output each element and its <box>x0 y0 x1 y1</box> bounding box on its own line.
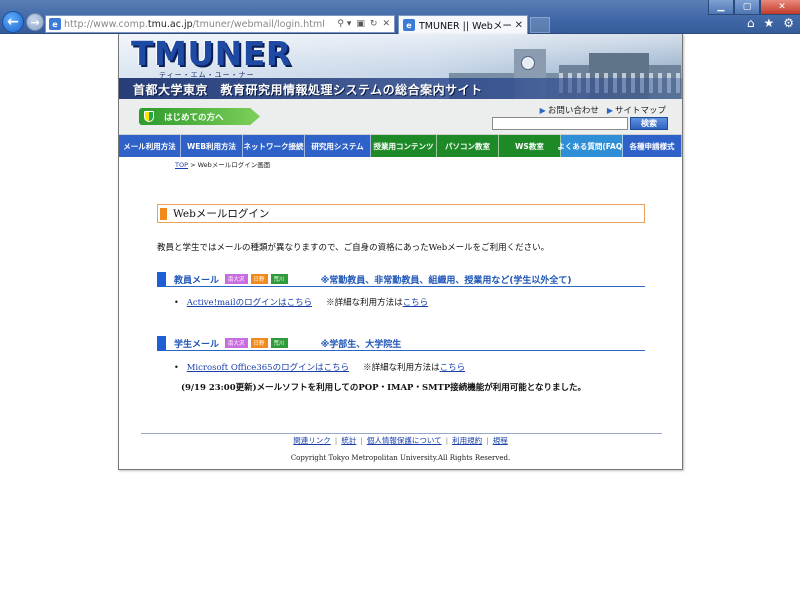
footer-statistics-link[interactable]: 統計 <box>341 436 356 445</box>
footer-links: 関連リンク | 統計 | 個人情報保護について | 利用規約 | 規程 <box>293 436 508 445</box>
site-favicon-icon: e <box>49 18 61 30</box>
utility-bar: はじめての方へ ▶ お問い合わせ ▶ サイトマップ 検索 <box>119 99 682 135</box>
url-path: /tmuner/webmail/login.html <box>192 18 325 30</box>
section-note: ※学部生、大学院生 <box>320 339 402 350</box>
url-domain: tmu.ac.jp <box>147 18 193 30</box>
page-title: Webメールログイン <box>173 208 270 220</box>
address-bar-icons: ⚲ ▾ ▣ ↻ ✕ <box>337 19 394 29</box>
breadcrumb-current: > Webメールログイン画面 <box>188 161 271 169</box>
clock-icon <box>521 56 535 70</box>
nav-network[interactable]: ネットワーク接続 <box>243 135 305 157</box>
main-navigation: メール利用方法 WEB利用方法 ネットワーク接続 研究用システム 授業用コンテン… <box>119 135 682 157</box>
tab-close-icon[interactable]: ✕ <box>512 20 523 31</box>
window-controls: ▁ ▢ ✕ <box>708 0 800 15</box>
url-prefix: http://www.comp. <box>64 18 148 30</box>
arrow-right-icon: → <box>30 15 40 29</box>
update-notice: (9/19 23:00更新)メールソフトを利用してのPOP・IMAP・SMTP接… <box>181 383 586 393</box>
section-name: 学生メール <box>174 339 220 350</box>
search-button[interactable]: 検索 <box>630 117 668 130</box>
refresh-icon[interactable]: ↻ <box>370 19 378 29</box>
search-input[interactable] <box>492 117 628 130</box>
site-subtitle: 首都大学東京 教育研究用情報処理システムの総合案内サイト <box>133 83 483 97</box>
faculty-mail-heading: 教員メール 南大沢 日野 荒川 ※常勤教員、非常勤教員、組織用、授業用など(学生… <box>157 271 645 287</box>
nav-mail-usage[interactable]: メール利用方法 <box>119 135 181 157</box>
home-icon[interactable]: ⌂ <box>747 16 755 30</box>
web-page: TMUNER ティー・エム・ユー・ナー 首都大学東京 教育研究用情報処理システム… <box>118 34 683 470</box>
address-url[interactable]: http://www.comp.tmu.ac.jp/tmuner/webmail… <box>64 19 337 30</box>
detail-text: ※詳細な利用方法は <box>363 363 440 373</box>
favorites-star-icon[interactable]: ★ <box>763 16 774 30</box>
nav-class-content[interactable]: 授業用コンテンツ <box>371 135 437 157</box>
site-logo[interactable]: TMUNER <box>131 37 292 71</box>
close-window-button[interactable]: ✕ <box>760 0 800 15</box>
intro-text: 教員と学生ではメールの種類が異なりますので、ご自身の資格にあったWebメールをご… <box>157 243 550 253</box>
footer-terms-link[interactable]: 利用規約 <box>452 436 482 445</box>
nav-forms[interactable]: 各種申請様式 <box>623 135 682 157</box>
office365-login-link[interactable]: Microsoft Office365のログインはこちら <box>187 361 349 373</box>
footer-privacy-link[interactable]: 個人情報保護について <box>367 436 442 445</box>
contact-link[interactable]: ▶ お問い合わせ <box>539 104 599 117</box>
list-item: • Active!mailのログインはこちら ※詳細な利用方法は こちら <box>174 296 429 309</box>
new-tab-button[interactable] <box>530 17 550 33</box>
campus-badge: 荒川 <box>270 274 288 284</box>
section-note: ※常勤教員、非常勤教員、組織用、授業用など(学生以外全て) <box>320 275 572 286</box>
campus-badge: 南大沢 <box>225 338 248 348</box>
settings-gear-icon[interactable]: ⚙ <box>783 16 794 30</box>
back-button[interactable]: ← <box>2 11 24 33</box>
site-banner: TMUNER ティー・エム・ユー・ナー 首都大学東京 教育研究用情報処理システム… <box>119 34 682 99</box>
copyright: Copyright Tokyo Metropolitan University.… <box>290 454 511 462</box>
arrow-icon: ▶ <box>539 105 546 115</box>
arrow-left-icon: ← <box>7 14 19 30</box>
nav-faq[interactable]: よくある質問(FAQ) <box>557 135 626 157</box>
forward-button[interactable]: → <box>26 13 44 31</box>
browser-tab[interactable]: e TMUNER || Webメー... ✕ <box>398 15 528 34</box>
footer-regulations-link[interactable]: 規程 <box>493 436 508 445</box>
activemail-login-link[interactable]: Active!mailのログインはこちら <box>187 296 312 308</box>
search-dropdown-icon[interactable]: ⚲ ▾ <box>337 19 351 29</box>
sitemap-link[interactable]: ▶ サイトマップ <box>606 104 666 117</box>
compatibility-view-icon[interactable]: ▣ <box>356 19 365 29</box>
nav-pc-room[interactable]: パソコン教室 <box>437 135 499 157</box>
breadcrumb: TOP > Webメールログイン画面 <box>175 159 270 169</box>
detail-text: ※詳細な利用方法は <box>326 298 403 308</box>
student-detail-link[interactable]: こちら <box>440 361 466 373</box>
footer-divider <box>141 433 662 434</box>
minimize-button[interactable]: ▁ <box>708 0 734 15</box>
list-item: • Microsoft Office365のログインはこちら ※詳細な利用方法は… <box>174 361 466 374</box>
top-links: ▶ お問い合わせ ▶ サイトマップ <box>539 104 666 117</box>
breadcrumb-top-link[interactable]: TOP <box>175 161 188 169</box>
logo-reading: ティー・エム・ユー・ナー <box>159 71 255 79</box>
page-title-box: Webメールログイン <box>157 204 645 223</box>
browser-toolbar: ← → e http://www.comp.tmu.ac.jp/tmuner/w… <box>0 0 800 34</box>
browser-tools: ⌂ ★ ⚙ <box>747 16 794 30</box>
campus-badge: 日野 <box>250 338 268 348</box>
section-marker-icon <box>157 335 166 351</box>
nav-web-usage[interactable]: WEB利用方法 <box>181 135 243 157</box>
maximize-button[interactable]: ▢ <box>734 0 760 15</box>
beginner-guide-button[interactable]: はじめての方へ <box>139 108 260 125</box>
nav-research-system[interactable]: 研究用システム <box>305 135 371 157</box>
stop-icon[interactable]: ✕ <box>382 19 390 29</box>
student-mail-heading: 学生メール 南大沢 日野 荒川 ※学部生、大学院生 <box>157 335 645 351</box>
nav-ws-room[interactable]: WS教室 <box>499 135 561 157</box>
beginner-mark-icon <box>144 111 154 122</box>
footer-related-link[interactable]: 関連リンク <box>293 436 331 445</box>
tab-title: TMUNER || Webメー... <box>419 21 512 32</box>
campus-badge: 荒川 <box>270 338 288 348</box>
address-bar[interactable]: e http://www.comp.tmu.ac.jp/tmuner/webma… <box>45 15 395 33</box>
section-name: 教員メール <box>174 275 220 286</box>
title-marker-icon <box>160 207 167 220</box>
beginner-guide-label: はじめての方へ <box>164 112 224 123</box>
arrow-icon: ▶ <box>606 105 613 115</box>
campus-badge: 日野 <box>250 274 268 284</box>
campus-badge: 南大沢 <box>225 274 248 284</box>
tab-favicon-icon: e <box>403 19 415 31</box>
faculty-detail-link[interactable]: こちら <box>403 296 429 308</box>
section-marker-icon <box>157 271 166 287</box>
